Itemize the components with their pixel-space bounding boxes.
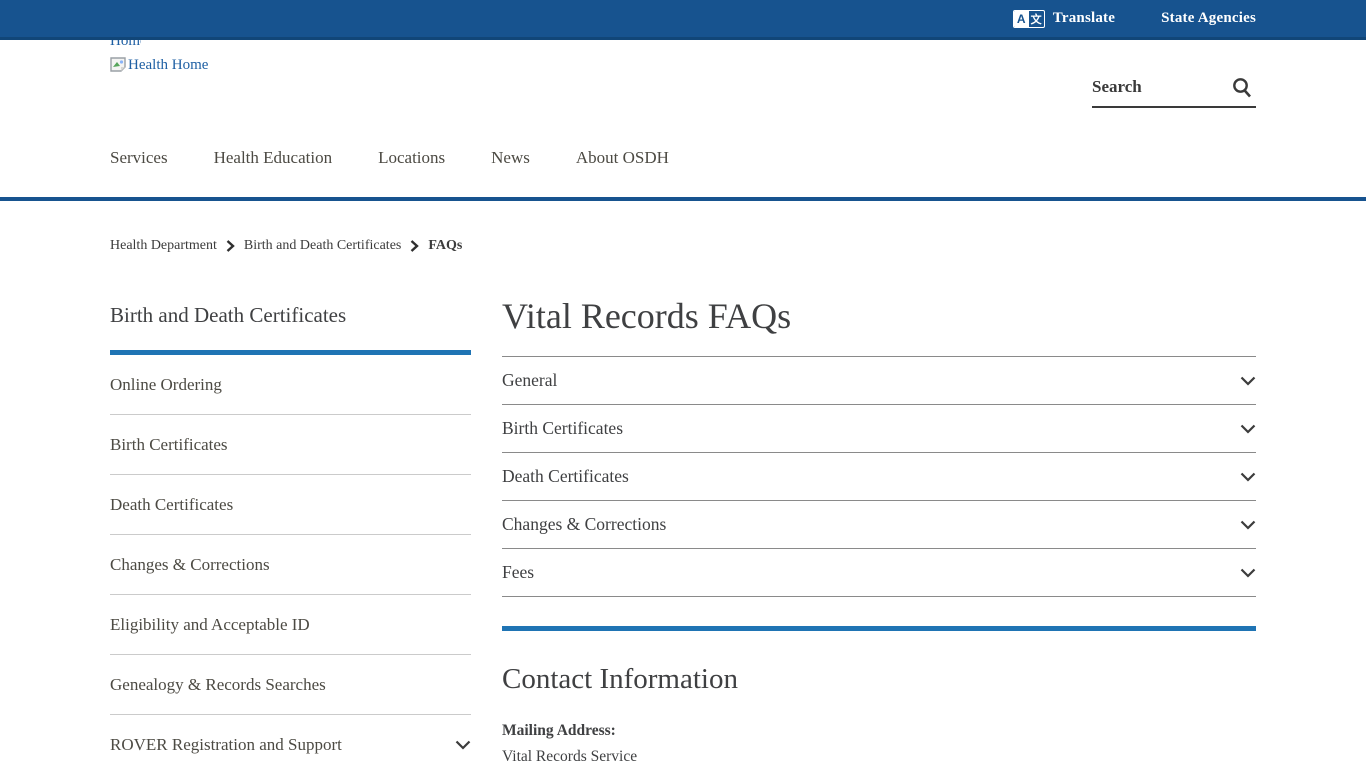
chevron-right-icon: [226, 240, 235, 252]
sidebar-title: Birth and Death Certificates: [110, 303, 471, 350]
accordion-item-changes-corrections[interactable]: Changes & Corrections: [502, 501, 1256, 549]
sidebar-item-label: Eligibility and Acceptable ID: [110, 615, 310, 635]
page: A 文 Translate State Agencies Home: [0, 0, 1366, 768]
sidebar-item-label: Genealogy & Records Searches: [110, 675, 326, 695]
sidebar-item-label: Changes & Corrections: [110, 555, 270, 575]
mailing-address-label: Mailing Address:: [502, 722, 1256, 740]
nav-item-services[interactable]: Services: [110, 148, 168, 168]
broken-image-icon: [110, 57, 126, 72]
sidebar-item-birth-certificates[interactable]: Birth Certificates: [110, 415, 471, 475]
state-agencies-label: State Agencies: [1161, 10, 1256, 27]
topbar-inner: A 文 Translate State Agencies: [110, 0, 1256, 37]
health-home-link[interactable]: Health Home: [110, 57, 208, 74]
translate-icon-char: 文: [1029, 11, 1044, 27]
sidebar: Birth and Death Certificates Online Orde…: [110, 303, 471, 768]
accordion-label: Birth Certificates: [502, 418, 623, 439]
chevron-down-icon: [1240, 424, 1256, 434]
accordion-label: Fees: [502, 562, 534, 583]
accordion-label: General: [502, 370, 557, 391]
search-input[interactable]: [1092, 70, 1220, 104]
content-divider: [502, 626, 1256, 631]
state-agencies-link[interactable]: State Agencies: [1161, 10, 1256, 27]
translate-label: Translate: [1053, 10, 1115, 27]
sidebar-item-eligibility-acceptable-id[interactable]: Eligibility and Acceptable ID: [110, 595, 471, 655]
breadcrumb: Health Department Birth and Death Certif…: [110, 238, 462, 254]
chevron-down-icon: [1240, 568, 1256, 578]
chevron-down-icon: [1240, 472, 1256, 482]
nav-item-health-education[interactable]: Health Education: [214, 148, 333, 168]
nav-item-news[interactable]: News: [491, 148, 530, 168]
sidebar-item-label: Online Ordering: [110, 375, 222, 395]
site-header: Home Health Home Services He: [0, 40, 1366, 201]
accordion-label: Changes & Corrections: [502, 514, 666, 535]
sidebar-item-label: Death Certificates: [110, 495, 233, 515]
sidebar-item-changes-corrections[interactable]: Changes & Corrections: [110, 535, 471, 595]
breadcrumb-item-health-department[interactable]: Health Department: [110, 238, 217, 254]
breadcrumb-item-faqs: FAQs: [428, 238, 462, 254]
sidebar-item-rover-registration[interactable]: ROVER Registration and Support: [110, 715, 471, 768]
accordion-item-general[interactable]: General: [502, 357, 1256, 405]
primary-nav: Services Health Education Locations News…: [110, 148, 669, 168]
accordion-label: Death Certificates: [502, 466, 629, 487]
nav-item-about-osdh[interactable]: About OSDH: [576, 148, 669, 168]
accordion-item-birth-certificates[interactable]: Birth Certificates: [502, 405, 1256, 453]
mailing-address-line: Vital Records Service: [502, 748, 1256, 766]
utility-topbar: A 文 Translate State Agencies: [0, 0, 1366, 40]
chevron-right-icon: [410, 240, 419, 252]
chevron-down-icon: [1240, 376, 1256, 386]
faq-accordion: General Birth Certificates Death Certifi…: [502, 356, 1256, 597]
sidebar-item-online-ordering[interactable]: Online Ordering: [110, 355, 471, 415]
page-title: Vital Records FAQs: [502, 295, 1256, 338]
sidebar-item-genealogy-records-searches[interactable]: Genealogy & Records Searches: [110, 655, 471, 715]
accordion-item-fees[interactable]: Fees: [502, 549, 1256, 597]
nav-item-locations[interactable]: Locations: [378, 148, 445, 168]
translate-icon: A 文: [1013, 10, 1045, 28]
search-box: [1092, 70, 1256, 108]
breadcrumb-item-birth-death-certificates[interactable]: Birth and Death Certificates: [244, 238, 401, 254]
contact-heading: Contact Information: [502, 663, 1256, 696]
main-content: Vital Records FAQs General Birth Certifi…: [502, 295, 1256, 766]
search-icon: [1230, 76, 1254, 100]
sidebar-item-death-certificates[interactable]: Death Certificates: [110, 475, 471, 535]
translate-icon-a: A: [1014, 11, 1029, 27]
sidebar-item-label: Birth Certificates: [110, 435, 228, 455]
accordion-item-death-certificates[interactable]: Death Certificates: [502, 453, 1256, 501]
health-home-label: Health Home: [128, 57, 208, 74]
sidebar-item-label: ROVER Registration and Support: [110, 735, 342, 755]
translate-link[interactable]: A 文 Translate: [1013, 10, 1115, 28]
search-button[interactable]: [1230, 76, 1254, 100]
chevron-down-icon: [1240, 520, 1256, 530]
chevron-down-icon: [455, 740, 471, 750]
